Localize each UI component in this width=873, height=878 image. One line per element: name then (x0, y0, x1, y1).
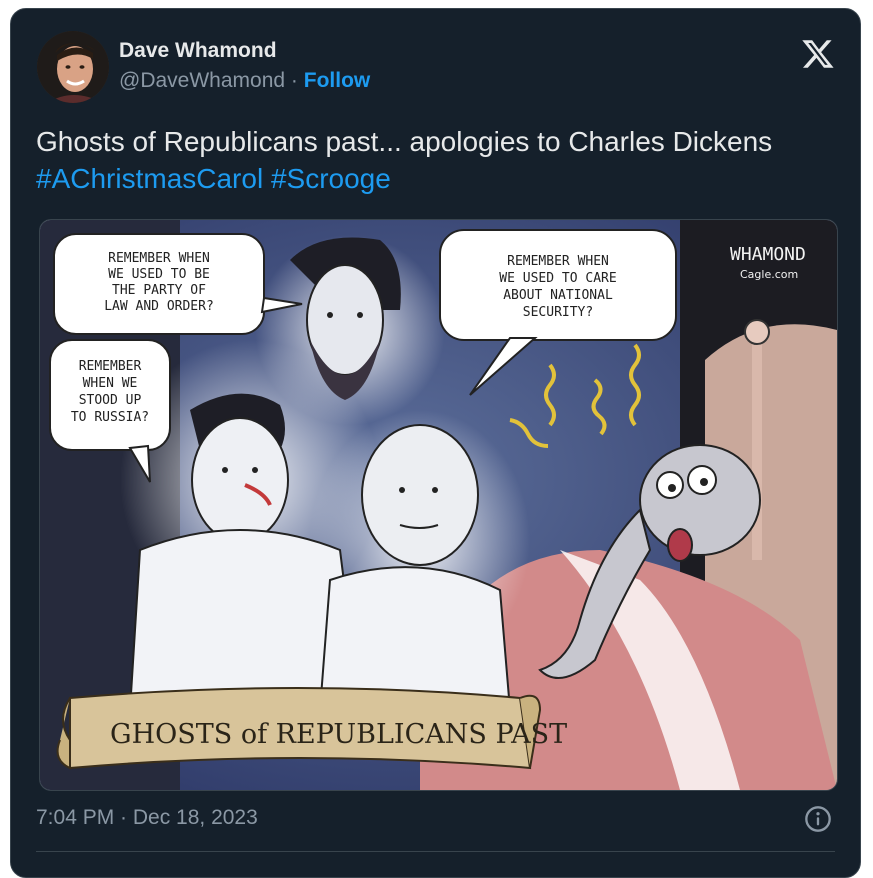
hashtag-link[interactable]: #Scrooge (271, 163, 391, 194)
bubble-line: STOOD UP (79, 393, 142, 408)
cartoonist-site: Cagle.com (740, 268, 798, 281)
cartoon-illustration: REMEMBER WHEN WE USED TO BE THE PARTY OF… (40, 220, 837, 790)
author-avatar[interactable] (37, 31, 109, 103)
cartoonist-signature: WHAMOND (730, 244, 806, 265)
avatar-portrait (37, 31, 109, 103)
title-banner: GHOSTS of REPUBLICANS PAST (56, 687, 567, 770)
bubble-line: REMEMBER (79, 359, 142, 374)
bubble-line: WHEN WE (83, 376, 138, 391)
bubble-line: LAW AND ORDER? (104, 299, 214, 314)
tweet-card: Dave Whamond @DaveWhamond · Follow Ghost… (10, 8, 861, 878)
tweet-body: Ghosts of Republicans past... apologies … (36, 126, 773, 157)
bubble-line: THE PARTY OF (112, 283, 206, 298)
hashtag-link[interactable]: #AChristmasCarol (36, 163, 263, 194)
bubble-line: SECURITY? (523, 305, 593, 320)
tweet-timestamp[interactable]: 7:04 PM · Dec 18, 2023 (36, 806, 258, 830)
bubble-line: TO RUSSIA? (71, 410, 149, 425)
banner-title: GHOSTS of REPUBLICANS PAST (110, 719, 567, 750)
bubble-line: WE USED TO CARE (499, 271, 616, 286)
bubble-line: ABOUT NATIONAL (503, 288, 613, 303)
info-icon[interactable] (804, 805, 832, 833)
divider (36, 851, 835, 852)
tweet-text: Ghosts of Republicans past... apologies … (36, 123, 846, 197)
separator-dot: · (290, 69, 298, 92)
bubble-line: WE USED TO BE (108, 267, 210, 282)
cartoon-image[interactable]: REMEMBER WHEN WE USED TO BE THE PARTY OF… (39, 219, 838, 791)
bubble-line: REMEMBER WHEN (108, 251, 210, 266)
author-name[interactable]: Dave Whamond (119, 39, 277, 63)
x-logo-icon[interactable] (800, 37, 836, 71)
author-handle-row: @DaveWhamond · Follow (119, 69, 370, 93)
author-handle[interactable]: @DaveWhamond (119, 69, 285, 92)
bubble-line: REMEMBER WHEN (507, 254, 609, 269)
elephant (639, 444, 761, 556)
follow-button[interactable]: Follow (304, 69, 371, 92)
